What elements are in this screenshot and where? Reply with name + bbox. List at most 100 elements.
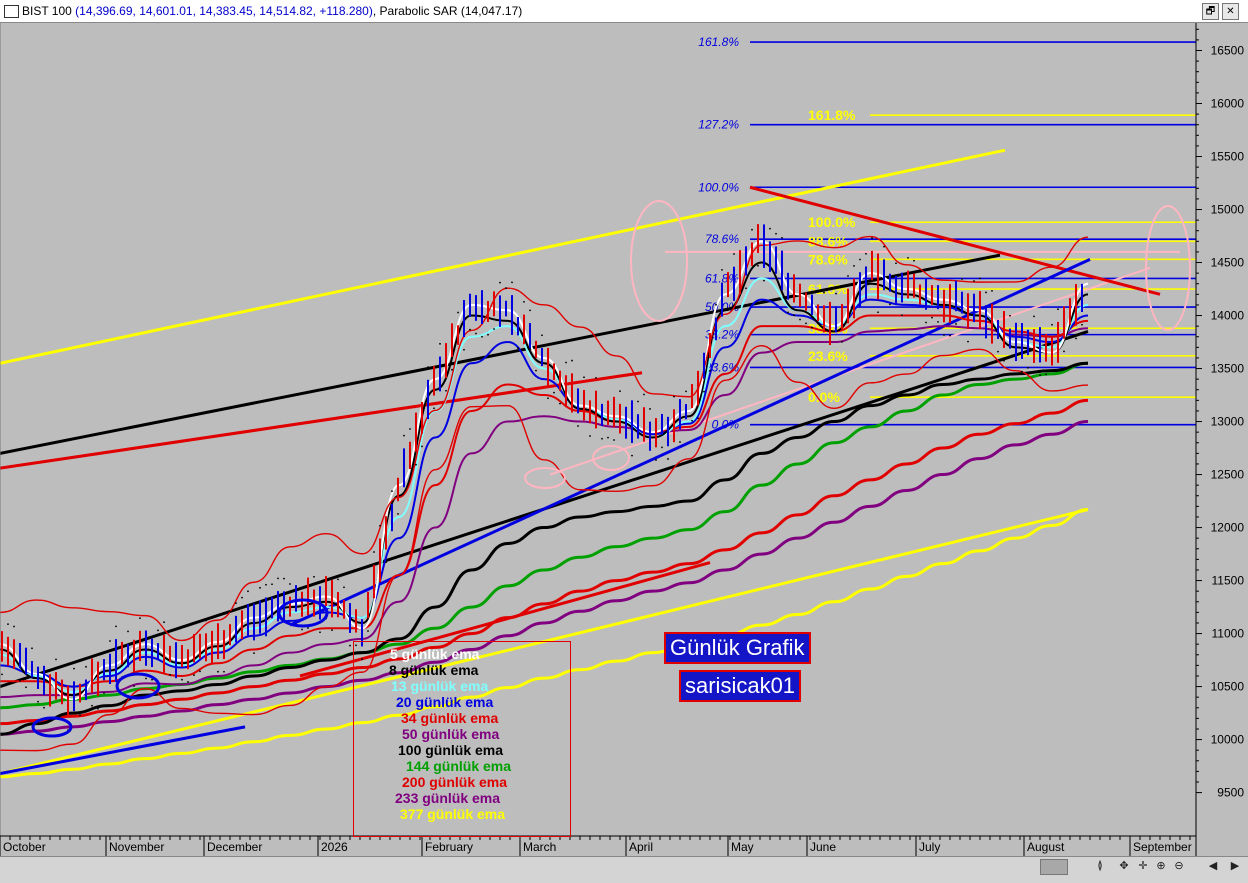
sar-dot	[211, 617, 213, 619]
sar-dot	[439, 342, 441, 345]
x-tick-label: March	[523, 840, 556, 854]
sar-dot	[847, 275, 849, 277]
crosshair-icon[interactable]: ✛	[1136, 859, 1150, 873]
sar-dot	[793, 314, 795, 317]
sar-dot	[25, 686, 27, 689]
pan-icon[interactable]: ✥	[1117, 859, 1131, 873]
sar-dot	[739, 306, 741, 309]
sar-dot	[583, 376, 585, 379]
sar-dot	[967, 340, 969, 343]
legend-item: 13 günlük ema	[391, 678, 489, 694]
sar-dot	[1039, 374, 1041, 377]
sar-dot	[553, 391, 555, 394]
sar-dot	[367, 630, 369, 632]
sar-dot	[193, 674, 195, 677]
sar-dot	[337, 578, 339, 581]
sar-dot	[907, 257, 909, 259]
zoom-out-icon[interactable]: ⊖	[1172, 859, 1186, 873]
sar-dot	[475, 332, 477, 335]
sar-dot	[841, 341, 843, 343]
sar-dot	[91, 704, 93, 707]
legend-item: 50 günlük ema	[402, 726, 500, 742]
sar-dot	[229, 610, 231, 613]
sar-dot	[895, 262, 897, 265]
sar-dot	[883, 245, 885, 248]
sar-dot	[289, 583, 291, 585]
sar-dot	[145, 677, 147, 680]
sar-dot	[205, 619, 207, 622]
author-label: sarisicak01	[679, 670, 802, 702]
sar-dot	[487, 333, 489, 336]
sar-dot	[547, 397, 549, 400]
x-tick-label: April	[629, 840, 653, 854]
sar-dot	[589, 435, 591, 437]
sar-dot	[751, 228, 753, 231]
sar-dot	[1021, 370, 1023, 373]
y-tick-label: 9500	[1217, 786, 1244, 800]
sar-dot	[913, 259, 915, 262]
legend-item: 144 günlük ema	[406, 758, 512, 774]
sar-dot	[163, 621, 165, 624]
sar-dot	[61, 665, 63, 668]
chart-title: BIST 100 (14,396.69, 14,601.01, 14,383.4…	[22, 4, 522, 18]
title-symbol: BIST 100	[22, 4, 72, 18]
y-tick-label: 14000	[1211, 309, 1245, 323]
sar-dot	[697, 417, 699, 420]
sar-dot	[307, 627, 309, 629]
sar-dot	[139, 617, 141, 620]
restore-button[interactable]: 🗗	[1202, 3, 1219, 20]
y-tick-label: 10000	[1211, 733, 1245, 747]
x-tick-label: December	[207, 840, 262, 854]
sar-dot	[667, 458, 669, 460]
close-button[interactable]: ✕	[1222, 3, 1239, 20]
sar-dot	[379, 524, 381, 527]
scroll-right-icon[interactable]: ▶	[1228, 859, 1242, 873]
sar-dot	[253, 652, 255, 655]
sar-dot	[979, 277, 981, 280]
fib-yellow-label: 161.8%	[808, 107, 856, 123]
sar-dot	[223, 670, 225, 673]
sar-dot	[55, 658, 57, 661]
sar-dot	[1045, 373, 1047, 376]
fib-yellow-label: 100.0%	[808, 214, 856, 230]
sar-dot	[259, 586, 261, 589]
y-axis-background	[1196, 22, 1248, 856]
sar-dot	[403, 434, 405, 437]
legend-item: 100 günlük ema	[398, 742, 504, 758]
sar-dot	[703, 390, 705, 393]
y-tick-label: 15000	[1211, 203, 1245, 217]
y-tick-label: 11500	[1212, 574, 1245, 588]
sar-dot	[43, 706, 45, 709]
legend-item: 8 günlük ema	[389, 662, 479, 678]
sar-dot	[829, 288, 831, 291]
scroll-left-icon[interactable]: ◀	[1206, 859, 1220, 873]
daily-chart-label: Günlük Grafik	[664, 632, 811, 664]
sar-dot	[787, 311, 789, 314]
sar-dot	[493, 328, 495, 330]
fib-blue-label: 161.8%	[698, 35, 739, 49]
sar-dot	[997, 350, 999, 353]
sar-dot	[433, 407, 435, 410]
link-icon[interactable]: ≬	[1093, 859, 1107, 873]
sar-dot	[235, 602, 237, 605]
sar-dot	[1063, 350, 1065, 353]
window-title-bar: BIST 100 (14,396.69, 14,601.01, 14,383.4…	[0, 0, 1248, 23]
sar-dot	[595, 377, 597, 379]
sar-dot	[721, 268, 723, 271]
price-chart[interactable]: 161.8%127.2%100.0%78.6%61.8%50.0%38.2%23…	[0, 0, 1248, 882]
sar-dot	[871, 237, 873, 240]
sar-dot	[901, 314, 903, 317]
zoom-in-icon[interactable]: ⊕	[1154, 859, 1168, 873]
sar-dot	[127, 630, 129, 633]
y-tick-label: 13500	[1211, 362, 1245, 376]
sar-dot	[247, 590, 249, 593]
sar-dot	[655, 459, 657, 461]
sar-dot	[943, 334, 945, 336]
sar-dot	[7, 623, 9, 626]
sar-dot	[373, 551, 375, 553]
x-tick-label: September	[1133, 840, 1192, 854]
sar-dot	[985, 291, 987, 294]
horizontal-scrollbar-thumb[interactable]	[1040, 859, 1068, 875]
fib-yellow-label: 78.6%	[808, 251, 848, 267]
sar-dot	[385, 561, 387, 564]
